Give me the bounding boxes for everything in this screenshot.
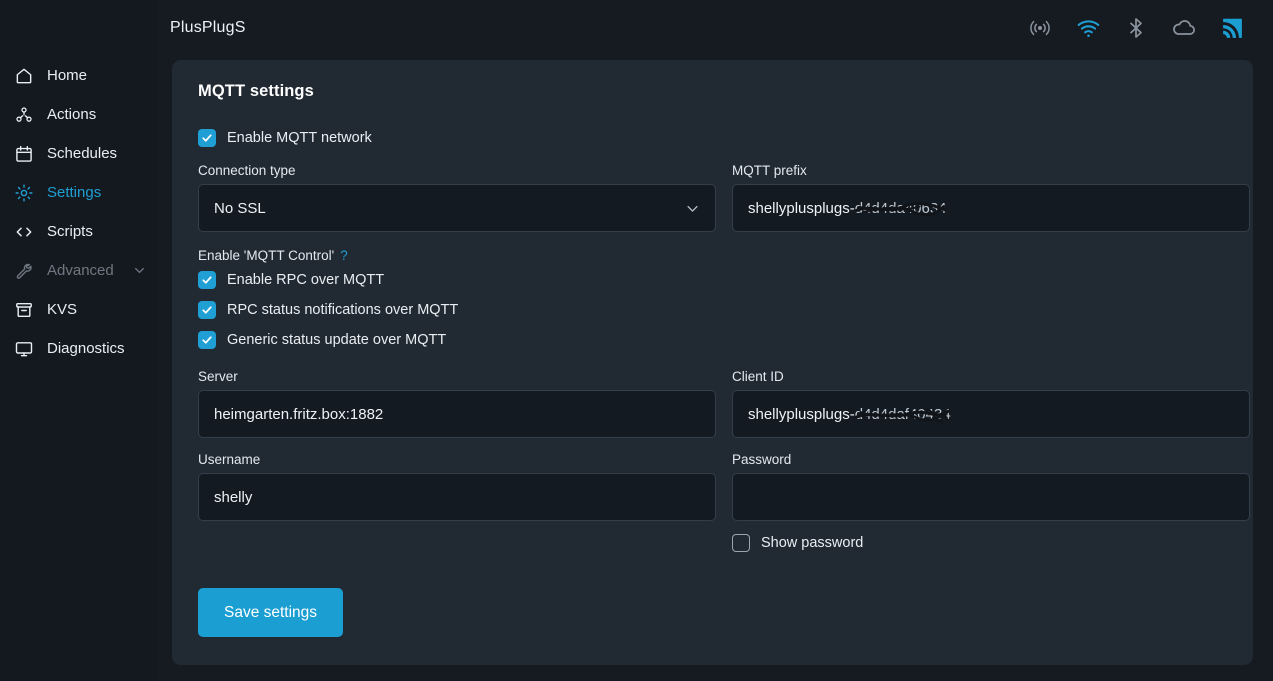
connection-type-select[interactable]: No SSL xyxy=(198,184,716,232)
password-label: Password xyxy=(732,452,792,467)
wrench-icon xyxy=(13,260,34,281)
sidebar-item-diagnostics[interactable]: Diagnostics xyxy=(0,329,158,368)
sidebar-item-label: KVS xyxy=(47,301,78,318)
sidebar-item-label: Settings xyxy=(47,184,102,201)
username-value: shelly xyxy=(214,488,253,506)
username-group: Username shelly xyxy=(198,452,716,558)
client-id-label: Client ID xyxy=(732,369,784,384)
sidebar-item-schedules[interactable]: Schedules xyxy=(0,134,158,173)
sidebar-item-label: Advanced xyxy=(47,262,114,279)
show-password-label: Show password xyxy=(761,535,864,551)
sidebar: Home Actions Schedules Settings Scripts … xyxy=(0,0,158,681)
page-title: MQTT settings xyxy=(198,82,314,100)
save-settings-button[interactable]: Save settings xyxy=(198,588,344,637)
mqtt-prefix-redacted-text: d4d4da40634 xyxy=(854,199,947,217)
cloud-icon[interactable] xyxy=(1171,15,1197,41)
show-password-checkbox[interactable]: Show password xyxy=(732,528,1250,558)
generic-status-update-checkbox[interactable]: Generic status update over MQTT xyxy=(198,325,1227,355)
sidebar-item-advanced[interactable]: Advanced xyxy=(0,251,158,290)
sidebar-item-kvs[interactable]: KVS xyxy=(0,290,158,329)
client-id-value: shellyplusplugs- xyxy=(748,405,855,423)
sidebar-item-label: Home xyxy=(47,67,88,84)
password-input[interactable] xyxy=(732,473,1250,521)
username-input[interactable]: shelly xyxy=(198,473,716,521)
checkbox-unchecked-icon xyxy=(732,534,750,552)
enable-rpc-over-mqtt-label: Enable RPC over MQTT xyxy=(227,272,385,288)
checkbox-checked-icon xyxy=(198,301,216,319)
enable-rpc-over-mqtt-checkbox[interactable]: Enable RPC over MQTT xyxy=(198,265,1227,295)
mqtt-settings-panel: MQTT settings Enable MQTT network Connec… xyxy=(172,60,1253,665)
client-id-redacted-text: d4d4daf40434 xyxy=(854,405,951,423)
row-username-password: Username shelly Password Show password xyxy=(198,452,1250,558)
client-id-group: Client ID shellyplusplugs-d4d4daf40434 xyxy=(732,369,1250,438)
help-icon[interactable]: ? xyxy=(340,248,348,263)
checkbox-checked-icon xyxy=(198,331,216,349)
client-id-redacted: d4d4daf40434 xyxy=(854,405,951,423)
mqtt-icon[interactable] xyxy=(1219,15,1245,41)
monitor-icon xyxy=(13,338,34,359)
rpc-status-notifications-checkbox[interactable]: RPC status notifications over MQTT xyxy=(198,295,1227,325)
sidebar-item-label: Schedules xyxy=(47,145,118,162)
enable-mqtt-network-checkbox[interactable]: Enable MQTT network xyxy=(198,123,1227,153)
client-id-input[interactable]: shellyplusplugs-d4d4daf40434 xyxy=(732,390,1250,438)
broadcast-icon[interactable] xyxy=(1027,15,1053,41)
server-value: heimgarten.fritz.box:1882 xyxy=(214,405,384,423)
checkbox-checked-icon xyxy=(198,129,216,147)
mqtt-prefix-group: MQTT prefix shellyplusplugs-d4d4da40634 xyxy=(732,163,1250,232)
mqtt-prefix-input[interactable]: shellyplusplugs-d4d4da40634 xyxy=(732,184,1250,232)
mqtt-prefix-redacted: d4d4da40634 xyxy=(854,199,947,217)
sidebar-item-actions[interactable]: Actions xyxy=(0,95,158,134)
rpc-status-notifications-label: RPC status notifications over MQTT xyxy=(227,302,459,318)
sidebar-item-label: Diagnostics xyxy=(47,340,125,357)
server-group: Server heimgarten.fritz.box:1882 xyxy=(198,369,716,438)
home-icon xyxy=(13,65,34,86)
wifi-icon[interactable] xyxy=(1075,15,1101,41)
connection-type-value: No SSL xyxy=(214,199,266,217)
sidebar-item-home[interactable]: Home xyxy=(0,56,158,95)
sidebar-item-label: Actions xyxy=(47,106,97,123)
bluetooth-icon[interactable] xyxy=(1123,15,1149,41)
mqtt-prefix-label: MQTT prefix xyxy=(732,163,807,178)
password-group: Password Show password xyxy=(732,452,1250,558)
status-icon-group xyxy=(1027,15,1245,41)
row-connection-prefix: Connection type No SSL MQTT prefix shell… xyxy=(198,163,1250,232)
mqtt-control-label-text: Enable 'MQTT Control' xyxy=(198,248,335,263)
chevron-down-icon xyxy=(685,201,700,216)
device-title: PlusPlugS xyxy=(170,19,246,36)
sidebar-item-settings[interactable]: Settings xyxy=(0,173,158,212)
username-label: Username xyxy=(198,452,261,467)
enable-mqtt-network-label: Enable MQTT network xyxy=(227,130,372,146)
server-label: Server xyxy=(198,369,238,384)
content-area: MQTT settings Enable MQTT network Connec… xyxy=(158,56,1273,681)
code-icon xyxy=(13,221,34,242)
app-root: Home Actions Schedules Settings Scripts … xyxy=(0,0,1273,681)
sidebar-item-scripts[interactable]: Scripts xyxy=(0,212,158,251)
chevron-down-icon xyxy=(133,264,146,277)
row-server-clientid: Server heimgarten.fritz.box:1882 Client … xyxy=(198,369,1250,438)
top-bar: PlusPlugS xyxy=(158,0,1273,56)
mqtt-control-group: Enable 'MQTT Control'? Enable RPC over M… xyxy=(198,248,1227,355)
connection-type-group: Connection type No SSL xyxy=(198,163,716,232)
mqtt-prefix-value: shellyplusplugs- xyxy=(748,199,855,217)
sidebar-item-label: Scripts xyxy=(47,223,93,240)
archive-icon xyxy=(13,299,34,320)
gear-icon xyxy=(13,182,34,203)
calendar-icon xyxy=(13,143,34,164)
actions-icon xyxy=(13,104,34,125)
generic-status-update-label: Generic status update over MQTT xyxy=(227,332,447,348)
mqtt-control-label: Enable 'MQTT Control'? xyxy=(198,248,1227,263)
connection-type-label: Connection type xyxy=(198,163,296,178)
server-input[interactable]: heimgarten.fritz.box:1882 xyxy=(198,390,716,438)
main-area: PlusPlugS MQTT settings Enable MQTT netw… xyxy=(158,0,1273,681)
checkbox-checked-icon xyxy=(198,271,216,289)
